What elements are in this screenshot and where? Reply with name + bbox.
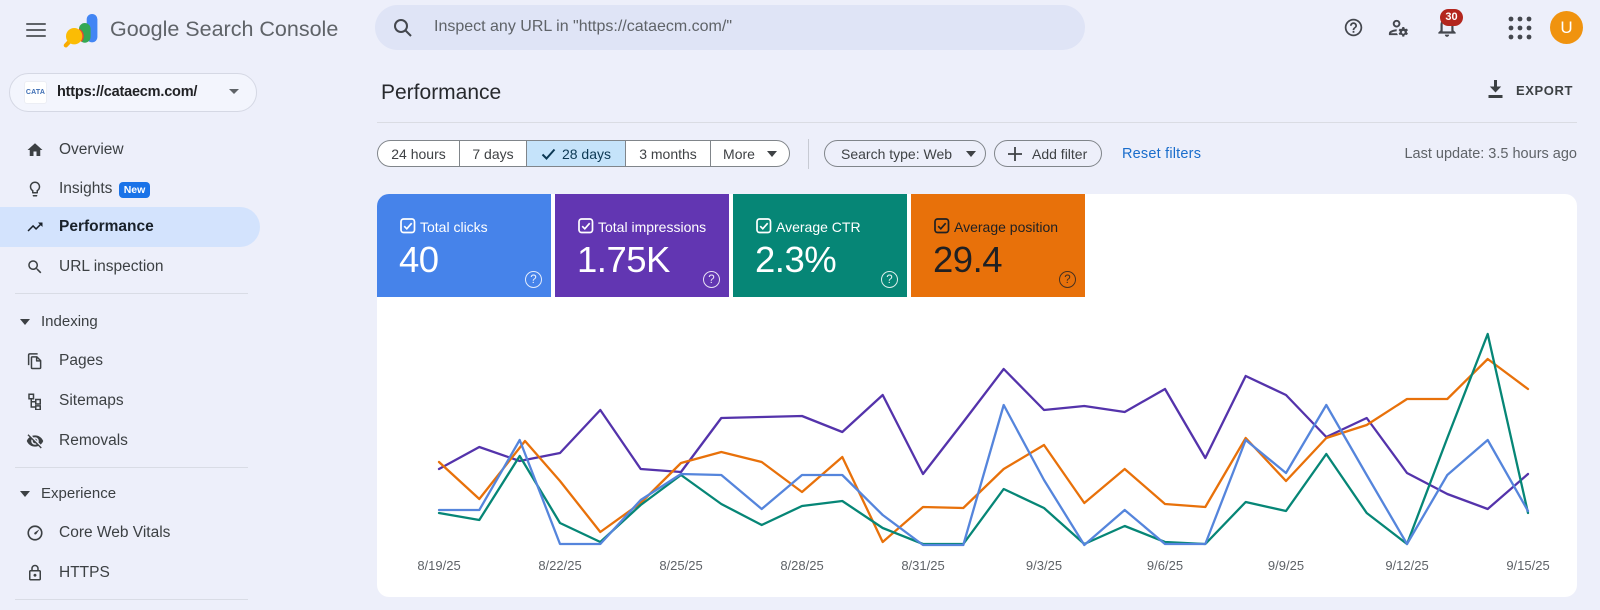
svg-text:9/9/25: 9/9/25 bbox=[1268, 558, 1304, 573]
svg-text:8/31/25: 8/31/25 bbox=[901, 558, 944, 573]
svg-text:8/22/25: 8/22/25 bbox=[538, 558, 581, 573]
svg-text:8/19/25: 8/19/25 bbox=[417, 558, 460, 573]
svg-text:8/28/25: 8/28/25 bbox=[780, 558, 823, 573]
svg-text:9/12/25: 9/12/25 bbox=[1385, 558, 1428, 573]
svg-text:8/25/25: 8/25/25 bbox=[659, 558, 702, 573]
svg-text:9/3/25: 9/3/25 bbox=[1026, 558, 1062, 573]
svg-text:9/6/25: 9/6/25 bbox=[1147, 558, 1183, 573]
svg-text:9/15/25: 9/15/25 bbox=[1506, 558, 1549, 573]
